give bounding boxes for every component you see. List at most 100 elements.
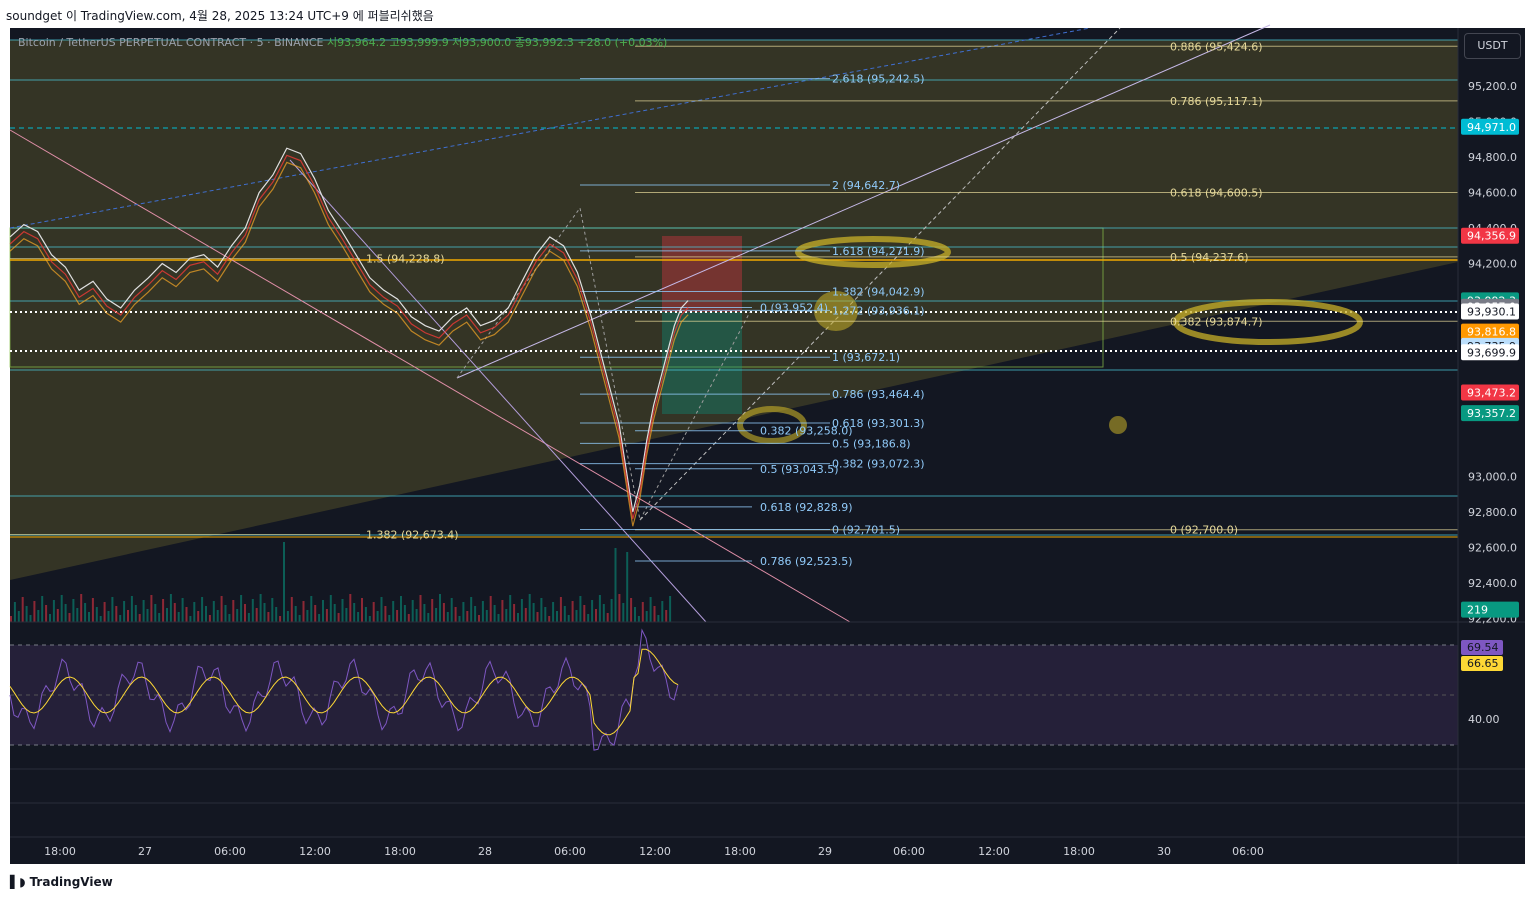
volume-bar	[142, 600, 145, 622]
time-tick-12: 18:00	[1063, 845, 1095, 858]
volume-bar	[279, 616, 282, 622]
fib-mid-label-3: 1.382 (94,042.9)	[832, 285, 925, 298]
volume-bar	[641, 602, 644, 622]
volume-bar	[407, 614, 410, 622]
volume-bar	[591, 600, 594, 622]
volume-bar	[571, 601, 574, 622]
volume-bar	[224, 605, 227, 622]
volume-bar	[240, 595, 243, 622]
volume-bar	[84, 603, 87, 622]
time-tick-0: 18:00	[44, 845, 76, 858]
fib-mid-label-8: 0.5 (93,186.8)	[832, 437, 911, 450]
volume-bar	[665, 610, 668, 622]
price-marker-9: 93,473.2	[1467, 387, 1516, 400]
volume-bar	[138, 614, 141, 622]
fib-mid-label-10: 0 (92,701.5)	[832, 523, 900, 536]
volume-bar	[400, 596, 402, 622]
volume-bar	[251, 599, 254, 622]
volume-bar	[154, 604, 157, 622]
price-marker-8: 93,699.9	[1467, 346, 1516, 359]
symbol-legend[interactable]: Bitcoin / TetherUS PERPETUAL CONTRACT · …	[18, 34, 667, 50]
volume-bar	[123, 601, 126, 622]
volume-bar	[528, 594, 531, 622]
volume-bar	[556, 611, 558, 622]
fib-small-label-4: 0.786 (92,523.5)	[760, 555, 853, 568]
fib-mid-label-2: 1.618 (94,271.9)	[832, 245, 925, 258]
price-tick-5: 94,200.0	[1468, 258, 1517, 271]
volume-bar	[236, 609, 239, 622]
volume-bar	[267, 612, 270, 622]
volume-bar	[439, 594, 441, 622]
volume-bar	[435, 608, 438, 622]
fib-mid-label-9: 0.382 (93,072.3)	[832, 458, 925, 471]
brand-label: TradingView	[29, 875, 113, 889]
volume-bar	[189, 616, 192, 622]
volume-bar	[150, 595, 153, 622]
volume-bar	[306, 610, 309, 622]
volume-bar	[411, 600, 414, 622]
volume-bar	[329, 595, 332, 622]
volume-bar	[431, 599, 434, 622]
volume-bar	[201, 597, 204, 622]
volume-bar	[466, 611, 469, 622]
time-tick-3: 12:00	[299, 845, 331, 858]
volume-bar	[337, 613, 340, 622]
volume-bar	[462, 602, 465, 622]
volume-bar	[10, 616, 12, 622]
volume-bar	[49, 614, 51, 622]
volume-bar	[497, 614, 500, 622]
time-tick-14: 06:00	[1232, 845, 1264, 858]
volume-bar	[177, 612, 180, 622]
volume-bar	[517, 613, 519, 622]
volume-bar	[446, 612, 449, 622]
volume-bar	[244, 604, 246, 622]
volume-bar	[364, 607, 367, 622]
price-marker-6: 93,816.8	[1467, 326, 1516, 339]
tradingview-logo[interactable]: ▌◗ TradingView	[10, 875, 113, 889]
volume-bar	[481, 601, 484, 622]
volume-bar	[653, 606, 656, 622]
time-tick-2: 06:00	[214, 845, 246, 858]
volume-bar	[583, 605, 586, 622]
volume-bar	[228, 614, 231, 622]
volume-bar	[427, 613, 430, 622]
volume-bar	[99, 616, 102, 622]
volume-bar	[29, 615, 32, 622]
volume-bar	[302, 601, 305, 622]
volume-bar	[602, 604, 605, 622]
volume-bar	[349, 594, 352, 622]
volume-bar	[403, 605, 406, 622]
volume-bar	[614, 548, 617, 622]
price-marker-11: 219	[1467, 604, 1488, 617]
chart-canvas[interactable]: 0.886 (95,424.6) 0.786 (95,117.1) 0.618 (9…	[0, 0, 1535, 900]
ohlc-values: 시93,964.2 고93,999.9 저93,900.0 종93,992.3 …	[326, 36, 668, 49]
volume-bar	[669, 596, 672, 622]
volume-bar	[310, 596, 313, 622]
volume-bar	[314, 605, 317, 622]
volume-bar	[637, 616, 640, 622]
volume-bar	[501, 600, 504, 622]
rsi-tag-0: 69.54	[1467, 641, 1499, 654]
volume-bar	[37, 610, 40, 622]
volume-bar	[259, 594, 262, 622]
volume-bar	[80, 594, 83, 622]
volume-bar	[415, 609, 418, 622]
volume-bar	[193, 602, 196, 622]
volume-bar	[271, 598, 274, 622]
volume-bar	[388, 615, 391, 622]
volume-bar	[563, 606, 566, 622]
rsi-tag-1: 66.65	[1467, 657, 1499, 670]
volume-bar	[25, 606, 28, 622]
volume-bar	[173, 603, 176, 622]
volume-bar	[524, 608, 527, 622]
currency-button[interactable]: USDT	[1464, 33, 1521, 59]
time-tick-9: 29	[818, 845, 832, 858]
volume-bar	[361, 598, 363, 622]
fib-small-label-1: 0.382 (93,258.0)	[760, 425, 853, 438]
volume-bar	[185, 607, 188, 622]
volume-bar	[380, 597, 383, 622]
price-marker-0: 94,971.0	[1467, 121, 1516, 134]
volume-bar	[115, 606, 118, 622]
fib-small-label-2: 0.5 (93,043.5)	[760, 463, 839, 476]
volume-bar	[493, 605, 496, 622]
